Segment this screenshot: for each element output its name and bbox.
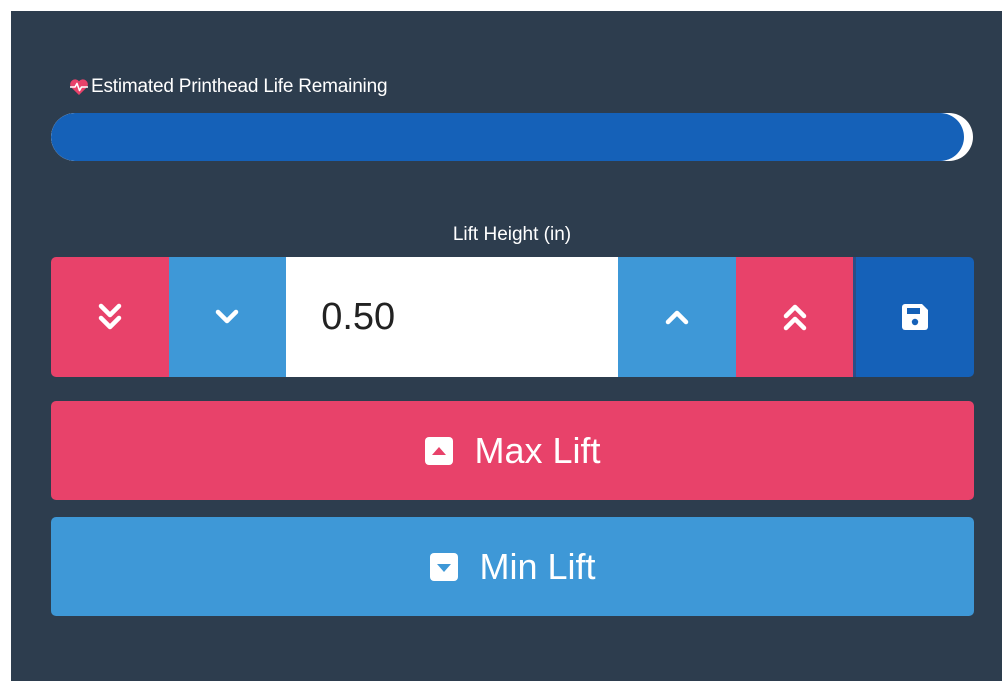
lift-height-label: Lift Height (in) bbox=[452, 224, 572, 245]
lift-control-panel: Estimated Printhead Life Remaining Lift … bbox=[11, 11, 1002, 681]
double-chevron-up-icon bbox=[783, 304, 806, 331]
lift-decrease-small-button[interactable] bbox=[168, 257, 287, 377]
printhead-life-progress-fill bbox=[51, 113, 964, 161]
save-icon bbox=[902, 304, 929, 330]
heartbeat-icon bbox=[70, 79, 88, 95]
printhead-life-progress bbox=[51, 113, 973, 161]
printhead-life-label-row: Estimated Printhead Life Remaining bbox=[69, 76, 388, 98]
caret-square-down-icon bbox=[430, 552, 459, 581]
save-lift-height-button[interactable] bbox=[853, 257, 974, 377]
double-chevron-down-icon bbox=[98, 303, 122, 330]
lift-height-value[interactable]: 0.50 bbox=[286, 257, 619, 377]
min-lift-label: Min Lift bbox=[479, 545, 596, 587]
chevron-up-icon bbox=[665, 310, 689, 325]
printhead-life-label: Estimated Printhead Life Remaining bbox=[91, 76, 388, 97]
lift-increase-small-button[interactable] bbox=[618, 257, 736, 377]
max-lift-label: Max Lift bbox=[474, 429, 601, 471]
lift-increase-large-button[interactable] bbox=[735, 257, 854, 377]
caret-square-up-icon bbox=[425, 436, 454, 465]
min-lift-button[interactable]: Min Lift bbox=[51, 517, 974, 616]
chevron-down-icon bbox=[216, 309, 239, 324]
max-lift-button[interactable]: Max Lift bbox=[51, 401, 974, 500]
lift-decrease-large-button[interactable] bbox=[51, 257, 169, 377]
lift-height-value-text: 0.50 bbox=[321, 295, 396, 338]
lift-height-stepper: 0.50 bbox=[51, 257, 974, 377]
